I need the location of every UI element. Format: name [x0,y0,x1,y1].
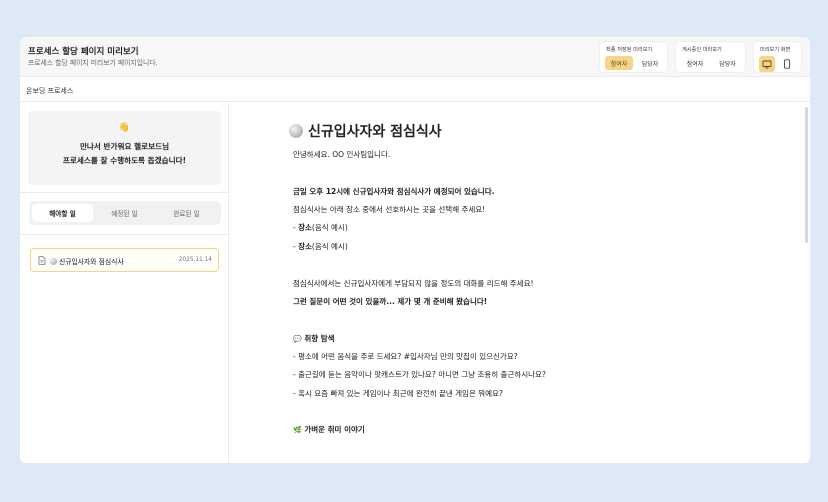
sidebar: 👋 만나서 반가워요 헬로보드님 프로세스를 잘 수행하도록 돕겠습니다! 해야… [20,103,229,463]
scrollbar[interactable] [805,107,808,243]
speech-bubble-icon: 💬 [293,335,302,343]
desktop-icon [762,60,772,68]
app-window: 프로세스 할당 페이지 미리보기 프로세스 할당 페이지 미리보기 페이지입니다… [20,37,810,463]
waving-hand-icon: 👋 [118,123,131,133]
task-item[interactable]: 신규입사자와 점심식사 2025.11.14 [30,248,219,272]
document-title-text: 신규입사자와 점심식사 [308,124,442,140]
mobile-icon [784,59,790,69]
page-header: 프로세스 할당 페이지 미리보기 프로세스 할당 페이지 미리보기 페이지입니다… [20,37,810,77]
document-title: 신규입사자와 점심식사 [289,121,442,141]
saved-preview-manager-button[interactable]: 담당자 [636,56,664,70]
saved-preview-group: 최종 저장된 미리보기 참여자 담당자 [599,41,668,73]
greeting-text: 안녕하세요. OO 인사팀입니다. [293,150,391,159]
screen-preview-group: 미리보기 화면 [753,41,802,73]
section-heading-hobby-text: 가벼운 취미 이야기 [304,425,365,434]
place-item-2: - 장소(음식 예시) [293,241,348,252]
task-date: 2025.11.14 [178,257,212,263]
tab-completed[interactable]: 완료된 일 [156,204,217,222]
published-preview-group: 게시중인 미리보기 참여자 담당자 [675,41,746,73]
page-subtitle: 프로세스 할당 페이지 미리보기 페이지입니다. [28,59,158,67]
section-heading-hobby: 🌿 가벼운 취미 이야기 [293,424,365,435]
sidebar-divider [20,234,229,235]
screen-preview-label: 미리보기 화면 [760,47,791,53]
document-icon [38,256,46,265]
tab-todo[interactable]: 해야할 일 [32,204,93,222]
task-title: 신규입사자와 점심식사 [50,256,124,266]
question-3: - 혹시 요즘 빠져 있는 게임이나 최근에 완전히 끝낸 게임은 뭐예요? [293,389,503,398]
lead-text: 점심식사에서는 신규입사자에게 부담되지 않을 정도의 대화를 리드해 주세요! [293,279,534,288]
main-content: 신규입사자와 점심식사 안녕하세요. OO 인사팀입니다. 금일 오후 12시에… [230,103,810,463]
announcement-text: 금일 오후 12시에 신규입사자와 점심식사가 예정되어 있습니다. [293,187,495,196]
breadcrumb[interactable]: 온보딩 프로세스 [26,86,73,96]
place-item-1-bold: 장소 [298,223,312,232]
place-item-2-bold: 장소 [298,242,312,251]
question-2: - 출근길에 듣는 음악이나 팟캐스트가 있나요? 아니면 그냥 조용히 출근하… [293,370,546,379]
saved-preview-label: 최종 저장된 미리보기 [606,47,653,53]
question-1: - 평소에 어떤 음식을 주로 드세요? #입사자님 만의 맛집이 있으신가요? [293,352,518,361]
task-tabs: 해야할 일 예정된 일 완료된 일 [29,201,221,225]
published-preview-label: 게시중인 미리보기 [682,47,722,53]
sidebar-divider [20,192,229,193]
published-preview-participant-button[interactable]: 참여자 [681,56,709,70]
section-heading-taste: 💬 취향 탐색 [293,333,335,344]
section-heading-taste-text: 취향 탐색 [304,334,335,343]
rice-ball-icon [50,258,57,265]
lead-question: 그런 질문이 어떤 것이 있을까... 제가 몇 개 준비해 봤습니다! [293,297,488,306]
place-item-1: - 장소(음식 예시) [293,222,348,233]
desktop-view-button[interactable] [759,56,775,72]
page-title: 프로세스 할당 페이지 미리보기 [28,47,139,57]
place-intro-text: 점심식사는 아래 장소 중에서 선호하시는 곳을 선택해 주세요! [293,205,486,214]
mobile-view-button[interactable] [779,56,795,72]
place-item-2-rest: (음식 예시) [311,242,348,251]
place-item-1-rest: (음식 예시) [311,223,348,232]
leaf-icon: 🌿 [293,426,302,434]
published-preview-manager-button[interactable]: 담당자 [713,56,742,70]
rice-ball-icon [289,124,303,138]
task-title-text: 신규입사자와 점심식사 [59,258,124,266]
welcome-line-2: 프로세스를 잘 수행하도록 돕겠습니다! [62,156,187,165]
tab-scheduled[interactable]: 예정된 일 [94,204,155,222]
welcome-line-1: 만나서 반가워요 헬로보드님 [79,142,170,151]
saved-preview-participant-button[interactable]: 참여자 [605,56,633,70]
breadcrumb-bar: 온보딩 프로세스 [20,78,810,102]
welcome-card: 👋 만나서 반가워요 헬로보드님 프로세스를 잘 수행하도록 돕겠습니다! [28,111,221,185]
